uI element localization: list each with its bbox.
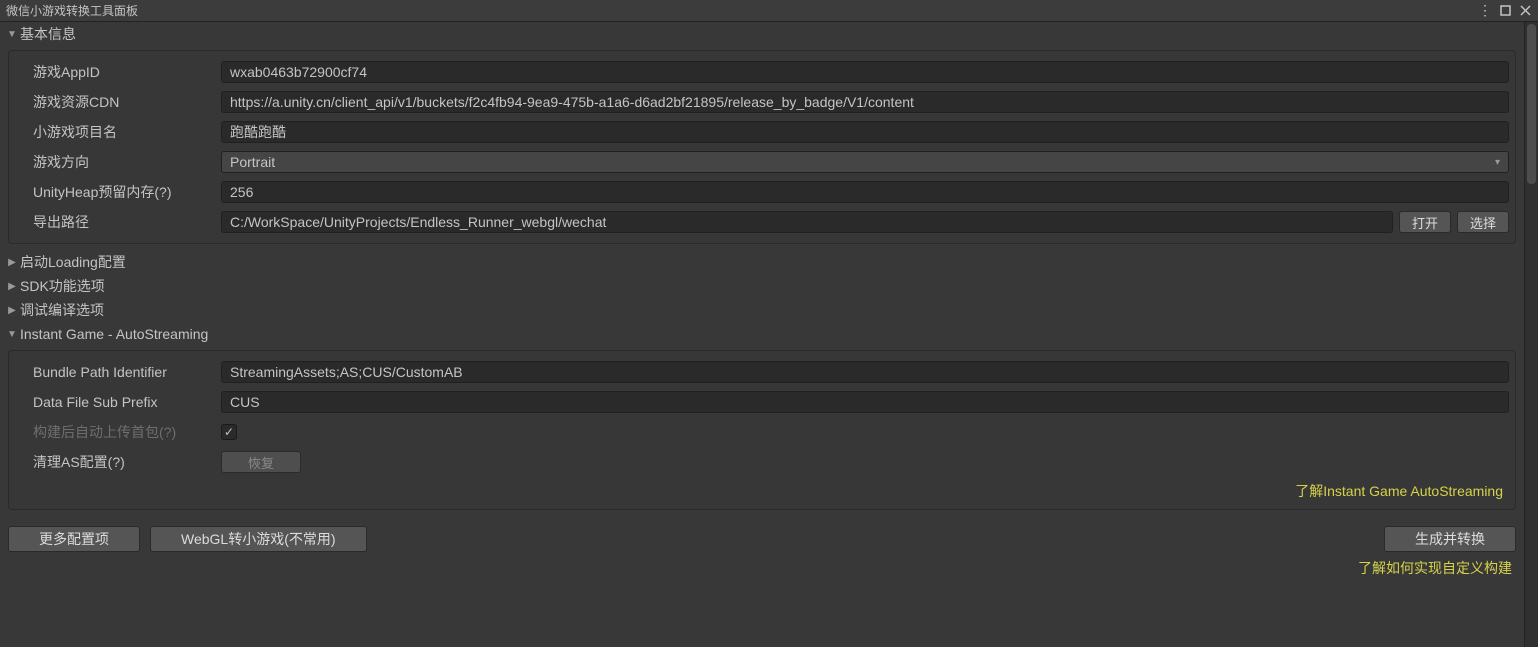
restore-button[interactable]: 恢复: [221, 451, 301, 473]
section-title-basic: 基本信息: [20, 24, 76, 44]
row-data-prefix: Data File Sub Prefix: [15, 387, 1509, 417]
chevron-right-icon: ▶: [6, 257, 18, 268]
row-project-name: 小游戏项目名: [15, 117, 1509, 147]
row-appid: 游戏AppID: [15, 57, 1509, 87]
label-appid: 游戏AppID: [15, 62, 215, 82]
chevron-right-icon: ▶: [6, 281, 18, 292]
section-header-loading[interactable]: ▶ 启动Loading配置: [0, 250, 1524, 274]
titlebar: 微信小游戏转换工具面板 ⋮: [0, 0, 1538, 22]
chevron-down-icon: ▼: [6, 329, 18, 340]
more-config-button[interactable]: 更多配置项: [8, 526, 140, 552]
close-icon[interactable]: [1518, 4, 1532, 18]
link-custom-build[interactable]: 了解如何实现自定义构建: [0, 554, 1524, 578]
row-heap: UnityHeap预留内存(?): [15, 177, 1509, 207]
section-header-sdk[interactable]: ▶ SDK功能选项: [0, 274, 1524, 298]
input-cdn[interactable]: [221, 91, 1509, 113]
label-orientation: 游戏方向: [15, 152, 215, 172]
label-heap: UnityHeap预留内存(?): [15, 182, 215, 202]
label-bundle-path: Bundle Path Identifier: [15, 364, 215, 380]
footer-actions: 更多配置项 WebGL转小游戏(不常用) 生成并转换: [0, 516, 1524, 554]
generate-button[interactable]: 生成并转换: [1384, 526, 1516, 552]
row-export-path: 导出路径 打开 选择: [15, 207, 1509, 237]
select-orientation[interactable]: Portrait ▾: [221, 151, 1509, 173]
section-title-debug: 调试编译选项: [20, 300, 104, 320]
input-export-path[interactable]: [221, 211, 1393, 233]
chevron-down-icon: ▼: [6, 29, 18, 40]
section-title-instant: Instant Game - AutoStreaming: [20, 326, 208, 342]
row-cdn: 游戏资源CDN: [15, 87, 1509, 117]
chevron-down-icon: ▾: [1495, 157, 1500, 168]
maximize-icon[interactable]: [1498, 4, 1512, 18]
section-header-basic[interactable]: ▼ 基本信息: [0, 22, 1524, 46]
window-controls: ⋮: [1478, 4, 1532, 18]
section-header-debug[interactable]: ▶ 调试编译选项: [0, 298, 1524, 322]
window-title: 微信小游戏转换工具面板: [6, 2, 138, 19]
label-auto-upload: 构建后自动上传首包(?): [15, 422, 215, 442]
input-bundle-path[interactable]: [221, 361, 1509, 383]
input-project-name[interactable]: [221, 121, 1509, 143]
input-heap[interactable]: [221, 181, 1509, 203]
row-clean-as: 清理AS配置(?) 恢复: [15, 447, 1509, 477]
webgl-convert-button[interactable]: WebGL转小游戏(不常用): [150, 526, 367, 552]
main-content: ▼ 基本信息 游戏AppID 游戏资源CDN 小游戏项目名 游戏方向 Portr…: [0, 22, 1524, 647]
scrollbar-thumb[interactable]: [1527, 24, 1536, 184]
section-title-loading: 启动Loading配置: [20, 252, 126, 272]
row-bundle-path: Bundle Path Identifier: [15, 357, 1509, 387]
label-data-prefix: Data File Sub Prefix: [15, 394, 215, 410]
section-body-basic: 游戏AppID 游戏资源CDN 小游戏项目名 游戏方向 Portrait ▾ U…: [8, 50, 1516, 244]
select-orientation-value: Portrait: [230, 154, 275, 170]
row-auto-upload: 构建后自动上传首包(?) ✓: [15, 417, 1509, 447]
section-header-instant[interactable]: ▼ Instant Game - AutoStreaming: [0, 322, 1524, 346]
section-body-instant: Bundle Path Identifier Data File Sub Pre…: [8, 350, 1516, 510]
window-menu-icon[interactable]: ⋮: [1478, 4, 1492, 18]
input-data-prefix[interactable]: [221, 391, 1509, 413]
open-button[interactable]: 打开: [1399, 211, 1451, 233]
link-instant-game[interactable]: 了解Instant Game AutoStreaming: [15, 477, 1509, 503]
label-cdn: 游戏资源CDN: [15, 92, 215, 112]
checkbox-auto-upload[interactable]: ✓: [221, 424, 237, 440]
select-button[interactable]: 选择: [1457, 211, 1509, 233]
section-title-sdk: SDK功能选项: [20, 276, 105, 296]
label-project-name: 小游戏项目名: [15, 122, 215, 142]
label-clean-as: 清理AS配置(?): [15, 452, 215, 472]
vertical-scrollbar[interactable]: [1524, 22, 1538, 647]
label-export-path: 导出路径: [15, 212, 215, 232]
input-appid[interactable]: [221, 61, 1509, 83]
chevron-right-icon: ▶: [6, 305, 18, 316]
row-orientation: 游戏方向 Portrait ▾: [15, 147, 1509, 177]
